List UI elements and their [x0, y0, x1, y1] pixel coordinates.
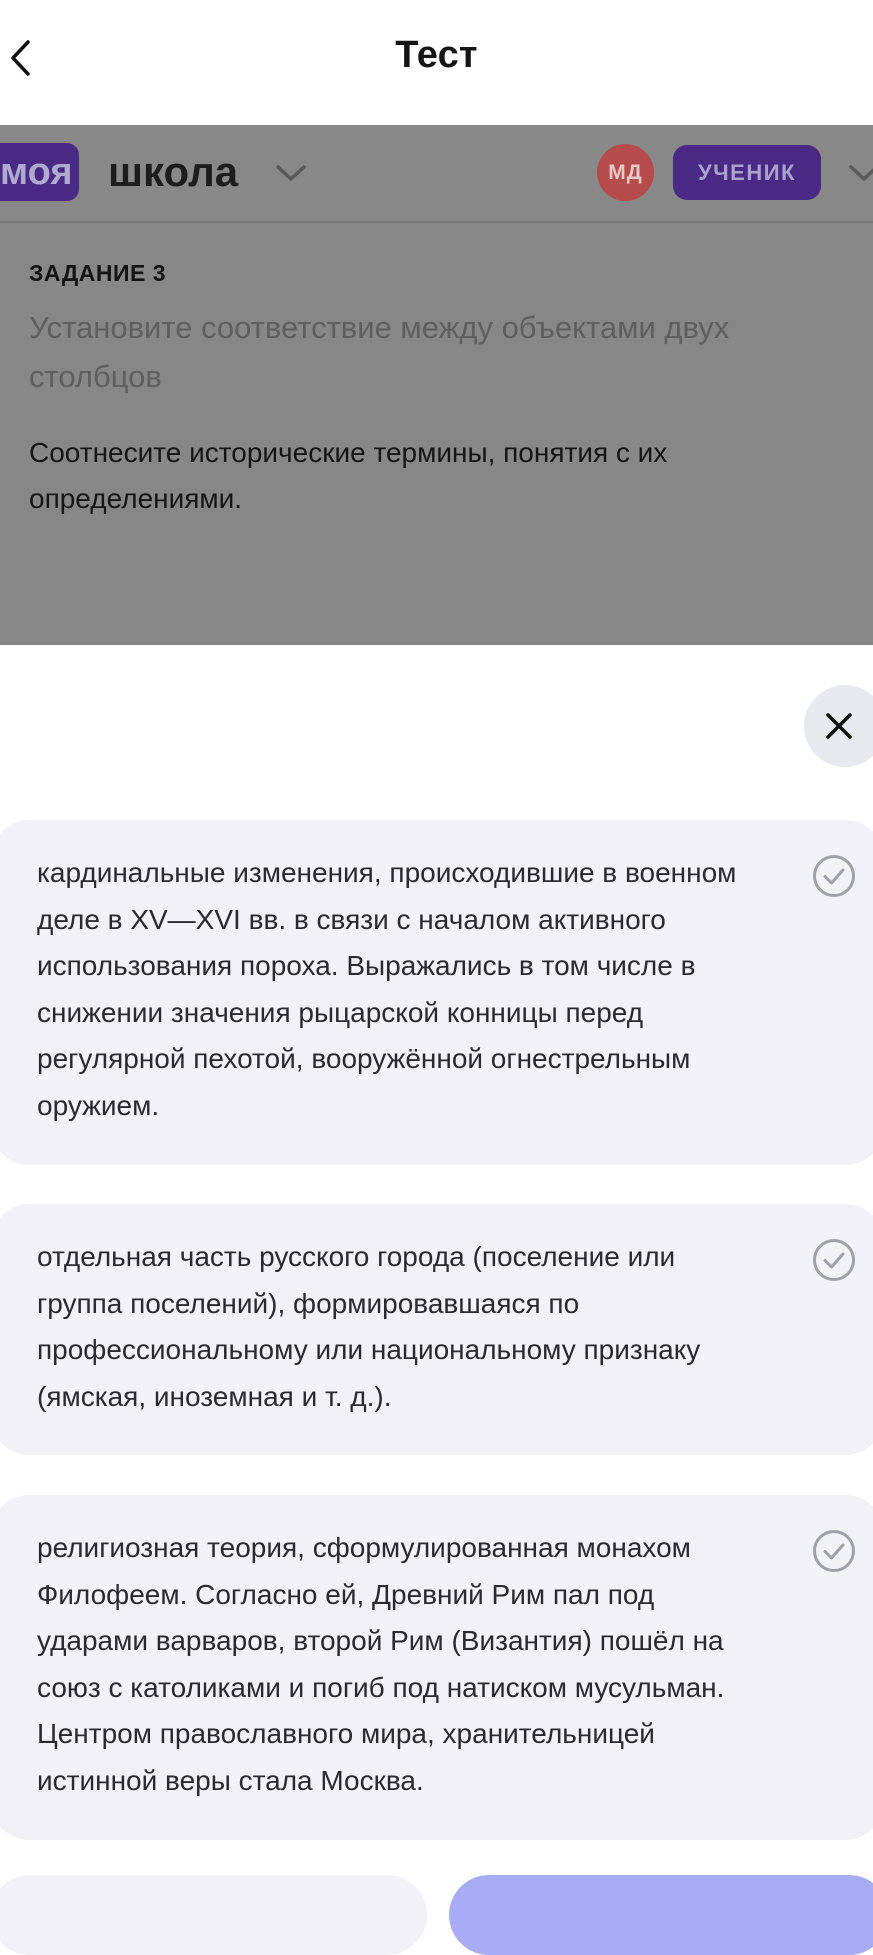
definition-card[interactable]: отдельная часть русского города (поселен… [0, 1204, 873, 1455]
close-icon [826, 713, 852, 739]
definition-card[interactable]: религиозная теория, сформулированная мон… [0, 1495, 873, 1840]
app-header: Тест [0, 0, 873, 125]
primary-button[interactable] [449, 1875, 873, 1955]
check-circle-icon [813, 1530, 855, 1572]
page-title: Тест [395, 34, 478, 76]
definition-text: кардинальные изменения, происходившие в … [37, 857, 737, 1121]
avatar: МД [597, 144, 654, 201]
task-label: ЗАДАНИЕ 3 [29, 260, 167, 286]
site-header: моя школа МД УЧЕНИК [0, 125, 873, 223]
definitions-sheet: кардинальные изменения, происходившие в … [0, 645, 873, 1955]
logo-highlight: моя [0, 143, 79, 201]
role-badge: УЧЕНИК [673, 145, 821, 200]
check-circle-icon [813, 1239, 855, 1281]
task-instruction: Соотнесите исторические термины, понятия… [29, 437, 668, 514]
definition-card[interactable]: кардинальные изменения, происходившие в … [0, 820, 873, 1165]
background-page-overlay: моя школа МД УЧЕНИК ЗАДАНИЕ 3 Установите… [0, 125, 873, 645]
chevron-down-icon [276, 165, 306, 181]
check-circle-icon [813, 855, 855, 897]
close-button[interactable] [804, 685, 873, 767]
secondary-button[interactable] [0, 1875, 427, 1955]
logo-word: школа [108, 148, 239, 195]
chevron-down-icon [849, 165, 873, 181]
definition-text: отдельная часть русского города (поселен… [37, 1241, 701, 1412]
definition-text: религиозная теория, сформулированная мон… [37, 1532, 725, 1796]
task-subtitle: Установите соответствие между объектами … [29, 310, 730, 394]
